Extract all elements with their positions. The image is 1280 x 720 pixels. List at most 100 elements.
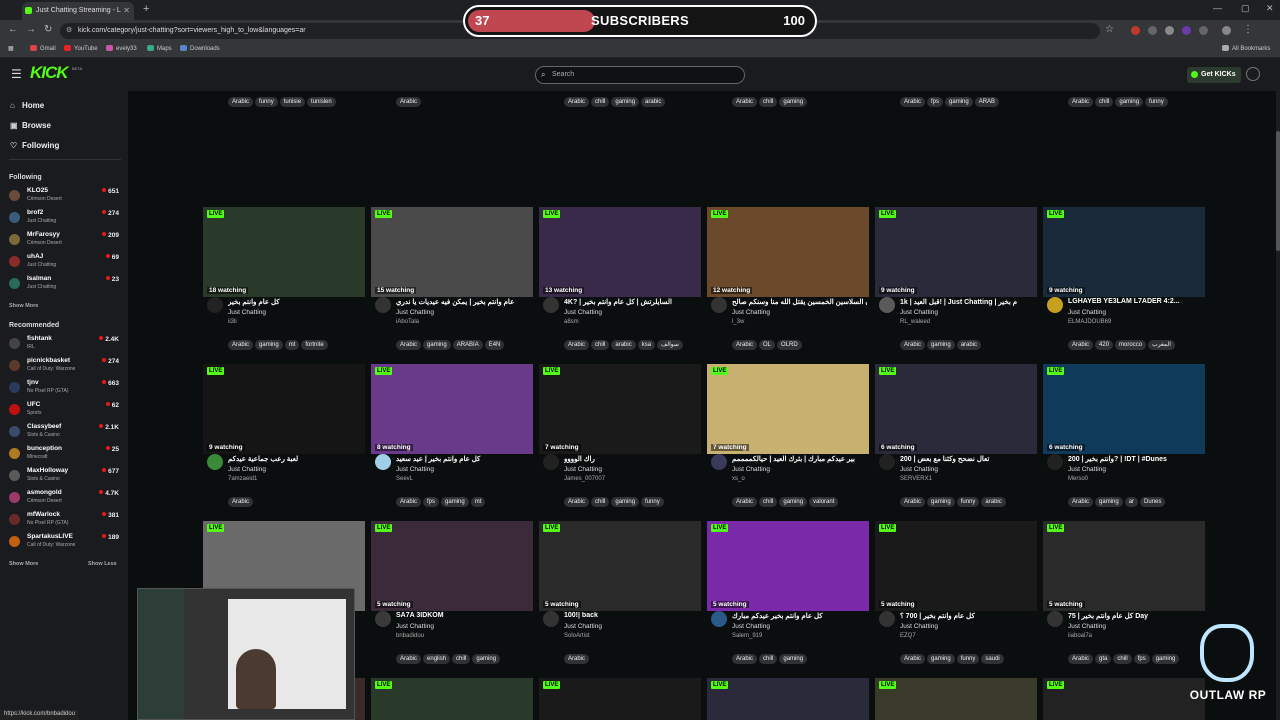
apps-grid-icon[interactable]: ▦ xyxy=(8,45,14,52)
tag-chip[interactable]: ar xyxy=(1124,497,1139,507)
close-tab-icon[interactable]: ✕ xyxy=(123,2,130,20)
stream-title[interactable]: كل عام وانتم بخير | عيد سعيد xyxy=(396,455,531,463)
streamer-username[interactable]: iAboTala xyxy=(396,319,419,325)
tag-chip[interactable]: Arabic xyxy=(732,497,758,507)
tag-chip[interactable]: chill xyxy=(591,497,610,507)
tag-chip[interactable]: chill xyxy=(1095,97,1114,107)
tag-chip[interactable]: gaming xyxy=(611,497,640,507)
stream-card[interactable]: 25 watchingعاد عيدكم وعاش حبيبكمJust Cha… xyxy=(371,91,533,201)
tag-chip[interactable]: gaming xyxy=(927,654,955,664)
tag-chip[interactable]: Arabic xyxy=(396,654,422,664)
stream-thumbnail[interactable]: LIVE 5 watching xyxy=(875,521,1037,611)
tag-chip[interactable]: ARABIA xyxy=(452,340,483,350)
tag-chip[interactable]: arabic xyxy=(641,97,666,107)
stream-card[interactable]: LIVE 5 watching كل عام وانتم بخير عيدكم مب… xyxy=(707,521,869,678)
extension-icon[interactable] xyxy=(1148,26,1157,35)
extension-icon[interactable] xyxy=(1131,26,1140,35)
nav-browse[interactable]: ▣ Browse xyxy=(10,121,51,130)
stream-title[interactable]: 1k | قبل العيد! | Just Chatting | م بخير xyxy=(900,298,1035,306)
recommended-channel[interactable]: UFC Sports 62 xyxy=(9,401,121,421)
browser-tab[interactable]: Just Chatting Streaming - L ✕ xyxy=(22,2,134,20)
tag-chip[interactable]: gaming xyxy=(1095,497,1123,507)
tag-chip[interactable]: chill xyxy=(452,654,471,664)
stream-category[interactable]: Just Chatting xyxy=(564,623,602,630)
show-less-button[interactable]: Show Less xyxy=(88,561,117,567)
hamburger-menu-icon[interactable]: ☰ xyxy=(11,67,22,81)
streamer-username[interactable]: Salem_919 xyxy=(732,633,762,639)
streamer-username[interactable]: l_3w xyxy=(732,319,744,325)
stream-category[interactable]: Just Chatting xyxy=(900,466,938,473)
streamer-username[interactable]: 7amzaeid1 xyxy=(228,476,257,482)
tag-chip[interactable]: funny xyxy=(255,97,278,107)
tag-chip[interactable]: gaming xyxy=(779,497,808,507)
stream-card[interactable]: 25 watching900 | كل عام وانتم بخير | 37 … xyxy=(539,91,701,201)
stream-title[interactable]: كل عام وانتم بخير | 75 Day xyxy=(1068,612,1203,620)
stream-thumbnail[interactable]: LIVE 7 watching xyxy=(539,364,701,454)
tag-chip[interactable]: Arabic xyxy=(1068,654,1094,664)
show-more-following-button[interactable]: Show More xyxy=(9,303,38,309)
forward-icon[interactable]: → xyxy=(26,24,36,35)
stream-thumbnail[interactable]: LIVE 13 watching xyxy=(539,207,701,297)
tag-chip[interactable]: chill xyxy=(591,97,610,107)
stream-card[interactable]: 21 watching3idkom mabroukk!Just Chatting… xyxy=(707,91,869,201)
get-kicks-button[interactable]: Get KICKs xyxy=(1187,67,1241,83)
following-channel[interactable]: uhAJ Just Chatting 69 xyxy=(9,253,121,273)
stream-card[interactable]: 19 watchingكل عام والرفاه عامه | سوارق |… xyxy=(1043,91,1205,201)
stream-thumbnail[interactable]: LIVE 8 watching xyxy=(371,364,533,454)
tag-chip[interactable]: arabic xyxy=(981,497,1006,507)
streamer-avatar[interactable] xyxy=(1047,297,1063,313)
tag-chip[interactable]: Arabic xyxy=(732,340,758,350)
tag-chip[interactable]: gaming xyxy=(1151,654,1180,664)
stream-title[interactable]: تعال نضحح وكثنا مع بعض | 200 xyxy=(900,455,1035,463)
streamer-username[interactable]: iiaboal7a xyxy=(1068,633,1092,639)
tag-chip[interactable]: Arabic xyxy=(564,340,590,350)
tag-chip[interactable]: gaming xyxy=(927,340,955,350)
tag-chip[interactable]: gaming xyxy=(1115,97,1144,107)
stream-category[interactable]: Just Chatting xyxy=(564,466,602,473)
streamer-username[interactable]: SERVERX1 xyxy=(900,476,932,482)
following-channel[interactable]: MrFarosyy Crimson Desert 209 xyxy=(9,231,121,251)
stream-card[interactable]: LIVE 7 watching بير عيدكم مبارك | بثرك الع… xyxy=(707,364,869,521)
stream-title[interactable]: 4K? | السايلرتش | كل عام وانتم بخير xyxy=(564,298,699,306)
tag-chip[interactable]: OLRD xyxy=(777,340,802,350)
tag-chip[interactable]: chill xyxy=(1113,654,1132,664)
stream-category[interactable]: Just Chatting xyxy=(732,466,770,473)
tag-chip[interactable]: Arabic xyxy=(228,340,254,350)
stream-card[interactable]: LIVE 9 watching LGHAYEB YE3LAM L7ADER 4:2.… xyxy=(1043,207,1205,364)
stream-title[interactable]: ن السلاسين الخمسين يقتل الله منا وسنكم ص… xyxy=(732,298,867,306)
stream-thumbnail[interactable]: LIVE 6 watching xyxy=(1043,364,1205,454)
streamer-avatar[interactable] xyxy=(1047,454,1063,470)
tag-chip[interactable]: Arabic xyxy=(1068,97,1094,107)
tag-chip[interactable]: gta xyxy=(1095,654,1112,664)
stream-category[interactable]: Just Chatting xyxy=(732,309,770,316)
tag-chip[interactable]: saudi xyxy=(981,654,1004,664)
stream-card[interactable]: LIVE 7 watching راك الوووو Just Chatting Jam… xyxy=(539,364,701,521)
streamer-username[interactable]: bnbadidou xyxy=(396,633,424,639)
extension-icon[interactable] xyxy=(1182,26,1191,35)
stream-thumbnail[interactable]: LIVE 6 watching xyxy=(875,364,1037,454)
recommended-channel[interactable]: mfWarlock No Pixel RP (GTA) 381 xyxy=(9,511,121,531)
tag-chip[interactable]: Dunes xyxy=(1140,497,1166,507)
following-channel[interactable]: brof2 Just Chatting 274 xyxy=(9,209,121,229)
stream-card[interactable]: 20 watchingعيد الفطر | @Real7Ahmad | تو … xyxy=(875,91,1037,201)
recommended-channel[interactable]: tjnv No Pixel RP (GTA) 663 xyxy=(9,379,121,399)
tag-chip[interactable]: Arabic xyxy=(900,97,926,107)
stream-category[interactable]: Just Chatting xyxy=(900,623,938,630)
tag-chip[interactable]: valorant xyxy=(809,497,839,507)
nav-following[interactable]: ♡ Following xyxy=(10,141,59,150)
tag-chip[interactable]: E4N xyxy=(484,340,505,350)
streamer-avatar[interactable] xyxy=(375,454,391,470)
stream-thumbnail[interactable]: LIVE 9 watching xyxy=(875,207,1037,297)
streamer-avatar[interactable] xyxy=(879,611,895,627)
tag-chip[interactable]: tunisie xyxy=(279,97,306,107)
stream-card[interactable]: LIVE 9 watching 1k | قبل العيد! | Just Cha… xyxy=(875,207,1037,364)
tag-chip[interactable]: english xyxy=(423,654,451,664)
tag-chip[interactable]: arabic xyxy=(611,340,636,350)
streamer-username[interactable]: ii3li xyxy=(228,319,237,325)
tag-chip[interactable]: Arabic xyxy=(564,497,590,507)
stream-thumbnail[interactable]: LIVE 7 watching xyxy=(707,364,869,454)
bookmark-maps[interactable]: Maps xyxy=(147,45,172,52)
streamer-avatar[interactable] xyxy=(543,611,559,627)
tag-chip[interactable]: سوالف xyxy=(657,340,683,350)
tag-chip[interactable]: chill xyxy=(759,497,778,507)
